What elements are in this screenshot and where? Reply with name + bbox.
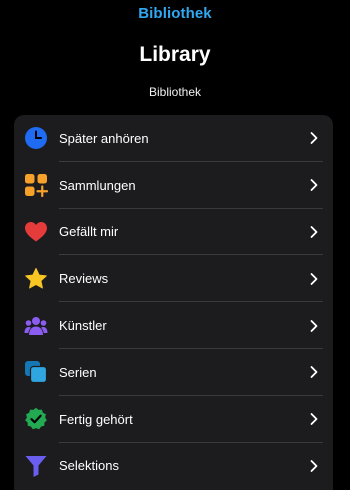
list-item-label: Gefällt mir <box>59 224 119 240</box>
filter-icon <box>24 454 48 478</box>
list-item-label: Reviews <box>59 271 109 287</box>
chevron-right-icon <box>307 225 321 239</box>
collections-icon <box>24 173 48 198</box>
back-link[interactable]: Bibliothek <box>0 5 350 22</box>
list-item-listen-later[interactable]: Später anhören <box>14 115 333 162</box>
check-badge-icon <box>24 407 48 431</box>
list-item-artists[interactable]: Künstler <box>14 302 333 349</box>
page-title: Library <box>139 43 211 66</box>
library-screen: Bibliothek Library Bibliothek Später anh… <box>0 0 350 490</box>
list-item-label: Sammlungen <box>59 177 136 193</box>
heart-icon <box>24 220 48 244</box>
list-item-liked[interactable]: Gefällt mir <box>14 209 333 256</box>
library-list: Später anhören Sammlungen Gefällt mir Re… <box>14 115 333 490</box>
star-icon <box>24 267 48 291</box>
chevron-right-icon <box>307 365 321 379</box>
people-icon <box>24 314 48 338</box>
chevron-right-icon <box>307 319 321 333</box>
list-item-collections[interactable]: Sammlungen <box>14 162 333 209</box>
list-item-label: Später anhören <box>59 130 149 146</box>
list-item-label: Fertig gehört <box>59 411 133 427</box>
list-item-series[interactable]: Serien <box>14 349 333 396</box>
list-item-label: Selektions <box>59 458 119 474</box>
list-item-label: Serien <box>59 364 97 380</box>
list-item-selections[interactable]: Selektions <box>14 443 333 490</box>
chevron-right-icon <box>307 178 321 192</box>
chevron-right-icon <box>307 412 321 426</box>
page-subtitle: Bibliothek <box>148 85 202 99</box>
clock-icon <box>24 126 48 150</box>
chevron-right-icon <box>307 272 321 286</box>
list-item-finished[interactable]: Fertig gehört <box>14 396 333 443</box>
chevron-right-icon <box>307 459 321 473</box>
series-icon <box>24 360 48 384</box>
list-item-label: Künstler <box>59 318 107 334</box>
list-item-reviews[interactable]: Reviews <box>14 255 333 302</box>
chevron-right-icon <box>307 131 321 145</box>
